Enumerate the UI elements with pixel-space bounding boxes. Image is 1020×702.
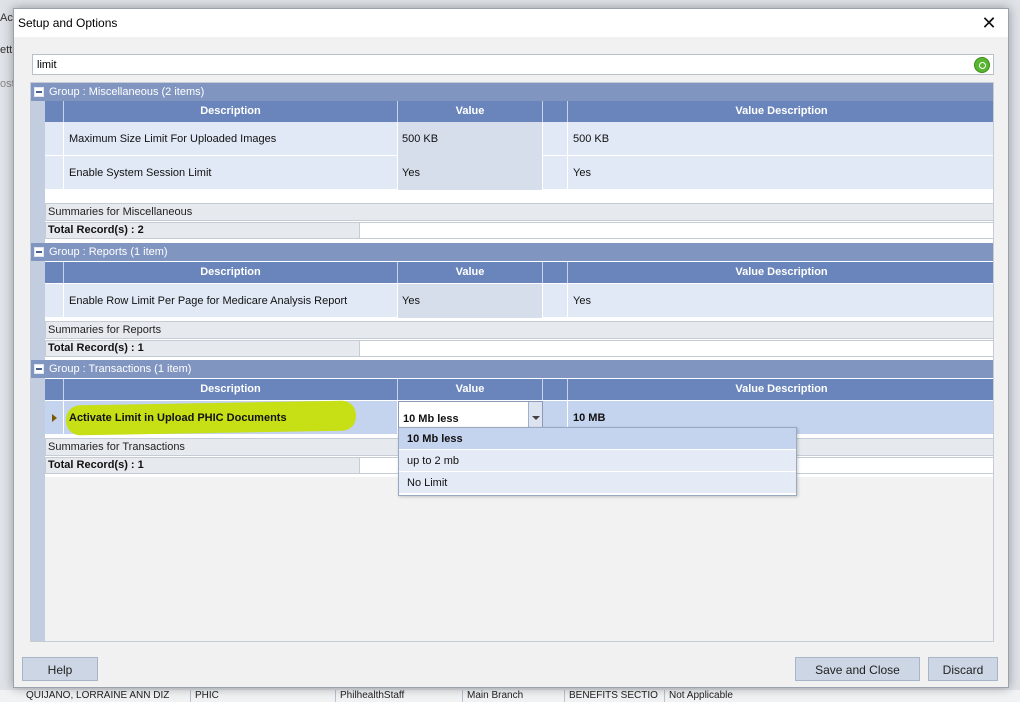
column-header-value[interactable]: Value [398,379,543,400]
help-button[interactable]: Help [22,657,98,681]
column-headers: Description Value Value Description [45,379,993,400]
row-value[interactable]: Yes [398,156,543,190]
collapse-icon[interactable] [34,87,44,97]
row-indicator [45,156,64,190]
bg-cell: Main Branch [462,690,564,702]
total-records-label: Total Record(s) : 1 [46,458,360,473]
group-header-label: Group : Reports (1 item) [49,246,168,258]
row-gap [543,122,568,156]
value-dropdown-list: 10 Mb less up to 2 mb No Limit [398,427,797,496]
group-header-miscellaneous[interactable]: Group : Miscellaneous (2 items) [31,83,993,101]
column-header-description[interactable]: Description [64,101,398,122]
row-description: Enable Row Limit Per Page for Medicare A… [64,284,398,318]
column-header-value[interactable]: Value [398,262,543,283]
column-header-value[interactable]: Value [398,101,543,122]
dropdown-option[interactable]: up to 2 mb [399,450,796,472]
row-description-cell: Activate Limit in Upload PHIC Documents [64,400,398,436]
indicator-column-header [45,262,64,283]
row-value-description: 500 KB [568,122,993,156]
row-description: Enable System Session Limit [64,156,398,190]
dialog-title: Setup and Options [18,16,118,30]
column-header-blank [543,379,568,400]
row-value-description: Yes [568,156,993,190]
group-header-label: Group : Transactions (1 item) [49,363,192,375]
row-value[interactable]: Yes [398,284,543,318]
options-grid: Group : Miscellaneous (2 items) Descript… [30,82,994,642]
row-indicator [45,122,64,156]
group-total: Total Record(s) : 1 [45,340,993,357]
dropdown-option[interactable]: No Limit [399,472,796,494]
collapse-icon[interactable] [34,364,44,374]
indicator-column-header [45,101,64,122]
bg-cell: QUIJANO, LORRAINE ANN DIZ [26,690,170,701]
row-gap [543,284,568,318]
grid-empty-area [45,477,993,641]
bg-cell: Not Applicable [664,690,814,702]
bg-cell: PHIC [190,690,335,702]
column-header-blank [543,101,568,122]
group-header-reports[interactable]: Group : Reports (1 item) [31,243,993,261]
total-records-label: Total Record(s) : 1 [46,341,360,356]
dialog-titlebar: Setup and Options ✕ [14,9,1008,37]
column-header-description[interactable]: Description [64,379,398,400]
group-total: Total Record(s) : 2 [45,222,993,239]
table-row[interactable]: Maximum Size Limit For Uploaded Images 5… [45,122,993,156]
search-box [32,54,994,75]
column-header-value-description[interactable]: Value Description [568,262,993,283]
group-header-transactions[interactable]: Group : Transactions (1 item) [31,360,993,378]
search-go-icon[interactable] [974,57,990,73]
bg-footer-row: QUIJANO, LORRAINE ANN DIZ PHIC Philhealt… [0,690,1020,702]
column-headers: Description Value Value Description [45,101,993,122]
row-description: Activate Limit in Upload PHIC Documents [69,412,287,424]
table-row[interactable]: Enable Row Limit Per Page for Medicare A… [45,284,993,318]
row-value-description: Yes [568,284,993,318]
column-header-value-description[interactable]: Value Description [568,101,993,122]
column-header-value-description[interactable]: Value Description [568,379,993,400]
search-input[interactable] [33,55,953,74]
column-header-blank [543,262,568,283]
column-headers: Description Value Value Description [45,262,993,283]
total-records-label: Total Record(s) : 2 [46,223,360,238]
row-gap [543,156,568,190]
table-row[interactable]: Enable System Session Limit Yes Yes [45,156,993,190]
bg-cell: BENEFITS SECTIO [564,690,664,702]
current-row-arrow-icon [52,414,57,422]
row-indicator [45,284,64,318]
column-header-description[interactable]: Description [64,262,398,283]
dropdown-option[interactable]: 10 Mb less [399,428,796,450]
collapse-icon[interactable] [34,247,44,257]
group-header-label: Group : Miscellaneous (2 items) [49,86,205,98]
row-indicator [45,401,64,435]
setup-options-dialog: Setup and Options ✕ Group : Miscellaneou… [13,8,1009,688]
discard-button[interactable]: Discard [928,657,998,681]
bg-cell: PhilhealthStaff [335,690,462,702]
indicator-column-header [45,379,64,400]
close-icon[interactable]: ✕ [978,13,1000,33]
save-and-close-button[interactable]: Save and Close [795,657,920,681]
group-summary: Summaries for Miscellaneous [45,203,993,221]
group-summary: Summaries for Reports [45,321,993,339]
combobox-value[interactable]: 10 Mb less [403,413,459,425]
row-description: Maximum Size Limit For Uploaded Images [64,122,398,156]
row-value[interactable]: 500 KB [398,122,543,156]
